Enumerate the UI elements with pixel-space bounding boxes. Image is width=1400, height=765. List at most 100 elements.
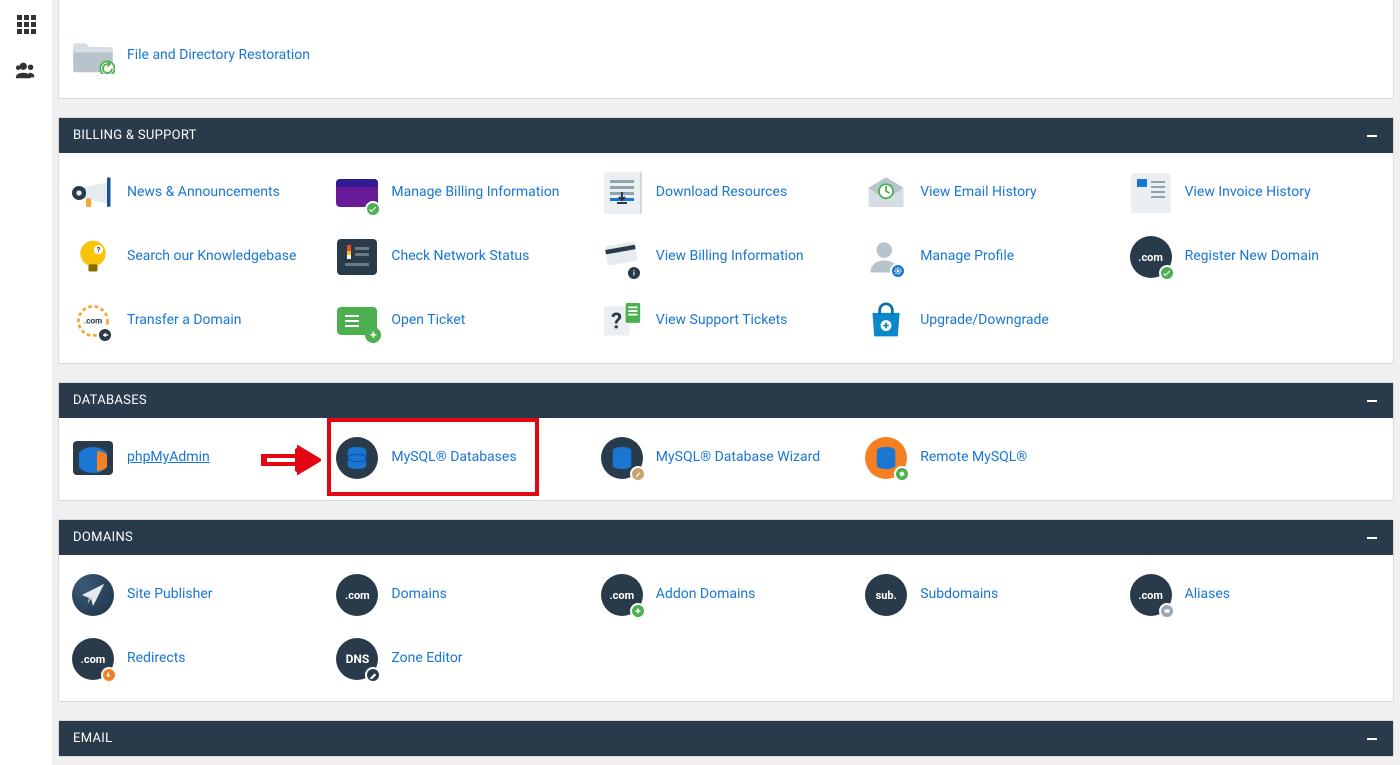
item-label: File and Directory Restoration — [127, 47, 310, 65]
database-wizard-icon — [600, 436, 644, 480]
collapse-icon[interactable] — [1365, 531, 1379, 545]
item-billing-info[interactable]: i View Billing Information — [598, 231, 854, 283]
item-view-tickets[interactable]: ? View Support Tickets — [598, 295, 854, 347]
item-label: Download Resources — [656, 184, 787, 202]
item-label: Manage Profile — [920, 248, 1014, 266]
folder-restore-icon — [71, 34, 115, 78]
item-invoice-history[interactable]: View Invoice History — [1127, 167, 1383, 219]
item-register-domain[interactable]: .com Register New Domain — [1127, 231, 1383, 283]
section-header-domains[interactable]: Domains — [59, 520, 1393, 555]
download-doc-icon — [600, 171, 644, 215]
section-billing: Billing & Support — [58, 117, 1394, 364]
section-header-billing[interactable]: Billing & Support — [59, 118, 1393, 153]
item-manage-billing[interactable]: Manage Billing Information — [333, 167, 589, 219]
dotcom-transfer-icon: .com — [71, 299, 115, 343]
item-email-history[interactable]: View Email History — [862, 167, 1118, 219]
item-mysql-databases[interactable]: MySQL® Databases — [333, 432, 589, 484]
database-icon — [335, 436, 379, 480]
invoice-list-icon — [1129, 171, 1173, 215]
left-rail — [0, 0, 52, 765]
item-addon-domains[interactable]: .com Addon Domains — [598, 569, 854, 621]
item-label: Remote MySQL® — [920, 449, 1027, 467]
item-label: Manage Billing Information — [391, 184, 559, 202]
section-header-databases[interactable]: Databases — [59, 383, 1393, 418]
section-files-partial: File and Directory Restoration — [58, 0, 1394, 99]
dotcom-alias-icon: .com — [1129, 573, 1173, 617]
item-remote-mysql[interactable]: Remote MySQL® — [862, 432, 1118, 484]
dotcom-check-icon: .com — [1129, 235, 1173, 279]
item-label: View Billing Information — [656, 248, 804, 266]
item-mysql-wizard[interactable]: MySQL® Database Wizard — [598, 432, 854, 484]
gauge-icon — [335, 235, 379, 279]
item-news[interactable]: News & Announcements — [69, 167, 325, 219]
section-domains: Domains Site Publisher — [58, 519, 1394, 702]
item-label: Domains — [391, 586, 446, 604]
item-subdomains[interactable]: sub. Subdomains — [862, 569, 1118, 621]
item-label: MySQL® Database Wizard — [656, 449, 820, 467]
item-label: Redirects — [127, 650, 186, 668]
section-title: Billing & Support — [73, 128, 197, 143]
item-label: Site Publisher — [127, 586, 213, 604]
section-email: Email — [58, 720, 1394, 757]
ticket-plus-icon: + — [335, 299, 379, 343]
item-label: News & Announcements — [127, 184, 280, 202]
users-icon[interactable] — [14, 58, 38, 82]
credit-card-icon — [335, 171, 379, 215]
envelope-check-icon — [864, 171, 908, 215]
item-label: Upgrade/Downgrade — [920, 312, 1049, 330]
item-network-status[interactable]: Check Network Status — [333, 231, 589, 283]
database-remote-icon — [864, 436, 908, 480]
item-label: View Invoice History — [1185, 184, 1311, 202]
item-download-resources[interactable]: Download Resources — [598, 167, 854, 219]
item-label: Zone Editor — [391, 650, 462, 668]
item-label: phpMyAdmin — [127, 449, 210, 467]
item-label: Subdomains — [920, 586, 998, 604]
item-label: Open Ticket — [391, 312, 465, 330]
section-title: Domains — [73, 530, 133, 545]
item-label: Transfer a Domain — [127, 312, 242, 330]
svg-text:i: i — [633, 269, 635, 277]
collapse-icon[interactable] — [1365, 394, 1379, 408]
shopping-bag-icon — [864, 299, 908, 343]
item-domains[interactable]: .com Domains — [333, 569, 589, 621]
item-label: Aliases — [1185, 586, 1230, 604]
item-file-restore[interactable]: File and Directory Restoration — [69, 30, 325, 82]
item-label: Addon Domains — [656, 586, 756, 604]
item-label: Check Network Status — [391, 248, 529, 266]
main-content: File and Directory Restoration Billing &… — [52, 0, 1400, 765]
item-open-ticket[interactable]: + Open Ticket — [333, 295, 589, 347]
collapse-icon[interactable] — [1365, 732, 1379, 746]
item-aliases[interactable]: .com Aliases — [1127, 569, 1383, 621]
dotcom-plus-icon: .com — [600, 573, 644, 617]
user-gear-icon — [864, 235, 908, 279]
section-title: Email — [73, 731, 112, 746]
card-swipe-icon: i — [600, 235, 644, 279]
collapse-icon[interactable] — [1365, 129, 1379, 143]
item-label: Search our Knowledgebase — [127, 248, 296, 266]
item-redirects[interactable]: .com Redirects — [69, 633, 325, 685]
annotation-arrow-icon-fill — [261, 444, 321, 476]
svg-text:.com: .com — [84, 316, 102, 326]
item-label: View Support Tickets — [656, 312, 788, 330]
apps-grid-icon[interactable] — [14, 12, 38, 36]
item-site-publisher[interactable]: Site Publisher — [69, 569, 325, 621]
section-databases: Databases phpMyA — [58, 382, 1394, 501]
section-title: Databases — [73, 393, 147, 408]
item-zone-editor[interactable]: DNS Zone Editor — [333, 633, 589, 685]
item-upgrade[interactable]: Upgrade/Downgrade — [862, 295, 1118, 347]
item-transfer-domain[interactable]: .com Transfer a Domain — [69, 295, 325, 347]
item-label: Register New Domain — [1185, 248, 1319, 266]
svg-text:?: ? — [97, 245, 101, 254]
section-header-email[interactable]: Email — [59, 721, 1393, 756]
item-label: MySQL® Databases — [391, 449, 516, 467]
item-manage-profile[interactable]: Manage Profile — [862, 231, 1118, 283]
lightbulb-icon: ? — [71, 235, 115, 279]
bullhorn-icon — [71, 171, 115, 215]
svg-text:?: ? — [611, 309, 622, 334]
phpmyadmin-icon — [71, 436, 115, 480]
question-ticket-icon: ? — [600, 299, 644, 343]
dotcom-icon: .com — [335, 573, 379, 617]
item-knowledgebase[interactable]: ? Search our Knowledgebase — [69, 231, 325, 283]
dns-icon: DNS — [335, 637, 379, 681]
paper-plane-icon — [71, 573, 115, 617]
